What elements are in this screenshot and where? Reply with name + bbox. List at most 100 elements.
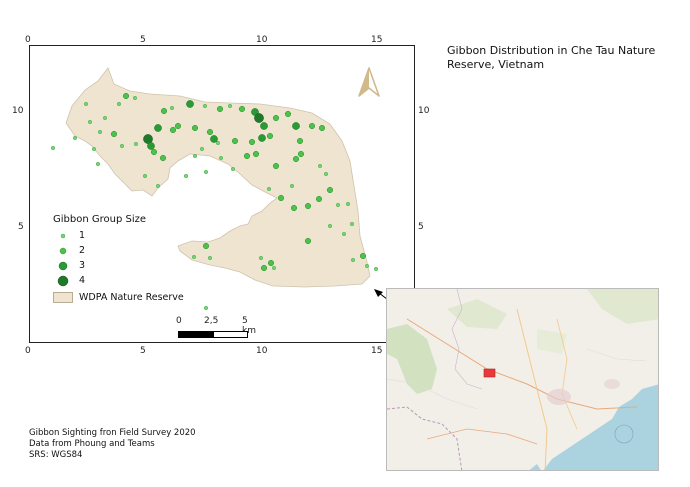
tick-right-10: 10 xyxy=(418,106,430,116)
gibbon-sighting-point xyxy=(159,154,167,162)
gibbon-sighting-point xyxy=(174,122,182,130)
tick-bottom-10: 10 xyxy=(256,346,268,356)
gibbon-sighting-point xyxy=(87,119,93,125)
gibbon-sighting-point xyxy=(252,150,260,158)
gibbon-sighting-point xyxy=(243,152,251,160)
gibbon-sighting-point xyxy=(266,186,272,192)
gibbon-sighting-point xyxy=(142,173,148,179)
tick-top-0: 0 xyxy=(25,35,31,45)
gibbon-sighting-point xyxy=(317,163,323,169)
gibbon-sighting-point xyxy=(216,105,224,113)
gibbon-sighting-point xyxy=(199,146,205,152)
gibbon-sighting-point xyxy=(110,130,118,138)
gibbon-sighting-point xyxy=(323,171,329,177)
gibbon-sighting-point xyxy=(191,124,199,132)
gibbon-sighting-point xyxy=(160,107,168,115)
gibbon-sighting-point xyxy=(258,255,264,261)
gibbon-sighting-point xyxy=(271,265,277,271)
gibbon-sighting-point xyxy=(202,103,208,109)
gibbon-sighting-point xyxy=(238,105,246,113)
legend-symbol-size-3 xyxy=(53,260,73,272)
legend-label: 4 xyxy=(79,275,86,286)
gibbon-sighting-point xyxy=(297,150,305,158)
tick-bottom-5: 5 xyxy=(140,346,146,356)
legend-item-4: 4 xyxy=(53,273,184,288)
gibbon-sighting-point xyxy=(277,194,285,202)
gibbon-sighting-point xyxy=(335,202,341,208)
gibbon-sighting-point xyxy=(155,183,161,189)
gibbon-sighting-point xyxy=(210,135,218,143)
scale-bar: 0 2,5 5 km xyxy=(176,316,256,342)
gibbon-sighting-point xyxy=(97,129,103,135)
legend-symbol-reserve xyxy=(53,292,73,303)
gibbon-sighting-point xyxy=(364,263,370,269)
legend-label: 3 xyxy=(79,260,86,271)
gibbon-sighting-point xyxy=(83,101,89,107)
map-footer: Gibbon Sighting fron Field Survey 2020 D… xyxy=(29,428,196,461)
scale-label-0: 0 xyxy=(176,316,182,326)
gibbon-sighting-point xyxy=(349,221,355,227)
gibbon-sighting-point xyxy=(260,122,268,130)
gibbon-sighting-point xyxy=(231,137,239,145)
footer-line-2: Data from Phoung and Teams xyxy=(29,439,155,449)
gibbon-sighting-point xyxy=(345,201,351,207)
legend-symbol-size-4 xyxy=(53,275,73,287)
tick-left-10: 10 xyxy=(12,106,24,116)
gibbon-sighting-point xyxy=(254,113,264,123)
gibbon-sighting-point xyxy=(284,110,292,118)
footer-line-3: SRS: WGS84 xyxy=(29,450,83,460)
gibbon-sighting-point xyxy=(341,231,347,237)
legend-label: 2 xyxy=(79,245,86,256)
gibbon-sighting-point xyxy=(290,204,298,212)
map-legend: Gibbon Group Size 1 2 3 4 WDPA Nature Re… xyxy=(53,214,184,305)
legend-label-reserve: WDPA Nature Reserve xyxy=(79,292,184,303)
tick-top-10: 10 xyxy=(256,35,268,45)
gibbon-sighting-point xyxy=(326,186,334,194)
gibbon-sighting-point xyxy=(327,223,333,229)
gibbon-sighting-point xyxy=(292,122,300,130)
gibbon-sighting-point xyxy=(186,100,194,108)
gibbon-sighting-point xyxy=(215,140,221,146)
gibbon-sighting-point xyxy=(304,237,312,245)
map-title: Gibbon Distribution in Che Tau Nature Re… xyxy=(447,44,656,71)
tick-left-5: 5 xyxy=(18,222,24,232)
gibbon-sighting-point xyxy=(350,257,356,263)
gibbon-sighting-point xyxy=(147,142,155,150)
footer-line-1: Gibbon Sighting fron Field Survey 2020 xyxy=(29,428,196,438)
gibbon-sighting-point xyxy=(154,124,162,132)
gibbon-sighting-point xyxy=(292,155,300,163)
scale-label-2-5: 2,5 xyxy=(204,316,219,326)
legend-item-1: 1 xyxy=(53,228,184,243)
gibbon-sighting-point xyxy=(272,114,280,122)
gibbon-sighting-point xyxy=(206,128,214,136)
gibbon-sighting-point xyxy=(260,264,268,272)
gibbon-sighting-point xyxy=(227,103,233,109)
inset-location-marker xyxy=(483,368,496,378)
gibbon-sighting-point xyxy=(218,155,224,161)
gibbon-sighting-point xyxy=(248,138,256,146)
gibbon-sighting-point xyxy=(133,141,139,147)
gibbon-sighting-point xyxy=(192,153,198,159)
gibbon-sighting-point xyxy=(203,305,209,311)
gibbon-sighting-point xyxy=(50,145,56,151)
legend-label: 1 xyxy=(79,230,86,241)
gibbon-sighting-point xyxy=(207,255,213,261)
inset-map-svg xyxy=(387,289,658,470)
gibbon-sighting-point xyxy=(318,124,326,132)
north-arrow-icon xyxy=(358,67,380,97)
gibbon-sighting-point xyxy=(266,132,274,140)
scale-bar-graphic xyxy=(178,331,248,338)
gibbon-sighting-point xyxy=(169,126,177,134)
tick-bottom-0: 0 xyxy=(25,346,31,356)
gibbon-sighting-point xyxy=(116,101,122,107)
gibbon-sighting-point xyxy=(119,143,125,149)
gibbon-sighting-point xyxy=(132,95,138,101)
gibbon-sighting-point xyxy=(91,146,97,152)
legend-symbol-size-2 xyxy=(53,246,73,256)
gibbon-sighting-point xyxy=(289,183,295,189)
gibbon-sighting-point xyxy=(122,92,130,100)
gibbon-sighting-point xyxy=(169,105,175,111)
inset-locator-map xyxy=(386,288,659,471)
legend-item-3: 3 xyxy=(53,258,184,273)
gibbon-sighting-point xyxy=(191,254,197,260)
